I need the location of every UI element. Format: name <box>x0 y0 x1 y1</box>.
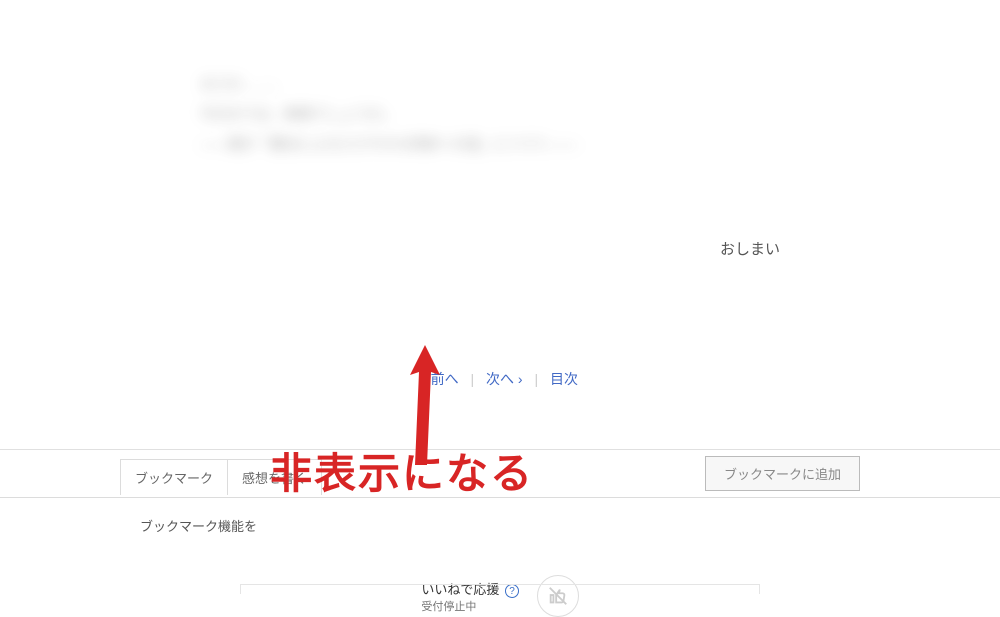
iine-section: いいねで応援 ? 受付停止中 <box>0 575 1000 617</box>
story-content: まさか……、 今日までは、無事でしょうか。 ――僕が「魔法によるささやかな奇跡へ… <box>0 0 1000 409</box>
nav-separator: | <box>470 371 474 387</box>
tab-bar: ブックマーク 感想を書く ブックマークに追加 <box>0 450 1000 498</box>
blurred-line: ――僕が「魔法によるささやかな奇跡への道」につづく―― <box>200 130 800 158</box>
iine-status: 受付停止中 <box>421 601 476 613</box>
next-link[interactable]: 次へ › <box>478 371 531 387</box>
nav-separator: | <box>534 371 538 387</box>
add-bookmark-button[interactable]: ブックマークに追加 <box>705 456 860 491</box>
chapter-nav: ‹ 前へ | 次へ › | 目次 <box>200 369 800 389</box>
tab-review[interactable]: 感想を書く <box>228 459 322 495</box>
iine-button[interactable] <box>537 575 579 617</box>
prev-link[interactable]: ‹ 前へ <box>414 371 467 387</box>
bottom-box <box>240 584 760 594</box>
bookmark-hint-text: ブックマーク機能を <box>140 519 257 534</box>
bookmark-hint: ブックマーク機能を <box>0 498 1000 535</box>
blurred-line: 今日までは、無事でしょうか。 <box>200 100 800 128</box>
blurred-line: まさか……、 <box>200 70 800 98</box>
toc-link[interactable]: 目次 <box>542 371 586 387</box>
end-marker: おしまい <box>200 238 780 259</box>
tab-bookmark[interactable]: ブックマーク <box>120 459 228 495</box>
blurred-paragraph: まさか……、 今日までは、無事でしょうか。 ――僕が「魔法によるささやかな奇跡へ… <box>200 70 800 158</box>
